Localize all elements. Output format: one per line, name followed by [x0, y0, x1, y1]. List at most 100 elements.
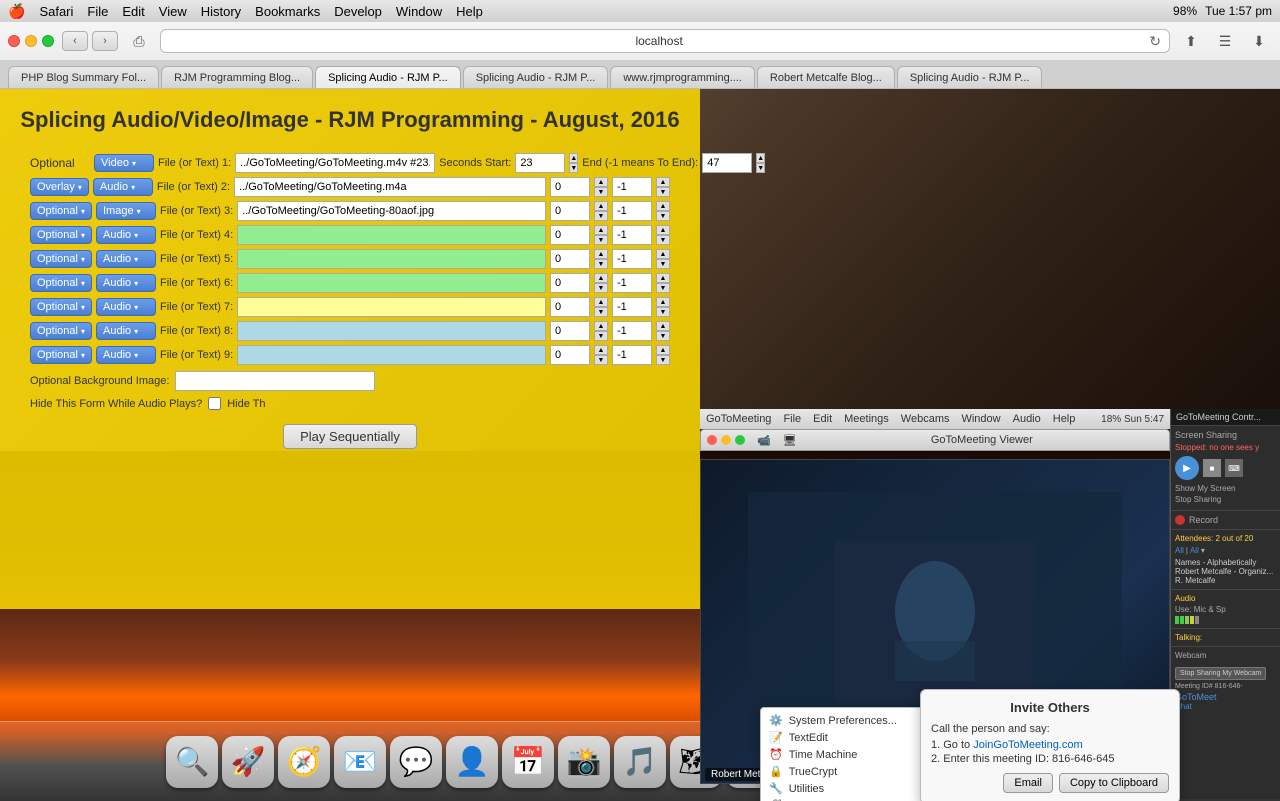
row3-num1[interactable] [550, 201, 590, 221]
row3-file-input[interactable] [237, 201, 546, 221]
fullscreen-button[interactable] [42, 35, 54, 47]
row4-optional-btn[interactable]: Optional ▾ [30, 226, 92, 244]
row4-file-input[interactable] [237, 225, 546, 245]
viewer-minimize-btn[interactable] [721, 435, 731, 445]
row5-stepper2[interactable]: ▲ ▼ [656, 249, 670, 269]
sys-prefs-item-6[interactable]: 🛠 Xcode [761, 797, 939, 801]
seconds-up-icon[interactable]: ▲ [569, 153, 578, 163]
menu-file[interactable]: File [87, 4, 108, 19]
row9-optional-btn[interactable]: Optional ▾ [30, 346, 92, 364]
row9-file-input[interactable] [237, 345, 546, 365]
play-button[interactable]: ▶ [1175, 456, 1199, 480]
address-bar[interactable]: localhost ↻ [160, 29, 1170, 53]
dock-photos[interactable]: 📸 [558, 736, 610, 788]
dock-safari[interactable]: 🧭 [278, 736, 330, 788]
row2-num2[interactable] [612, 177, 652, 197]
row8-stepper1[interactable]: ▲ ▼ [594, 321, 608, 341]
row8-optional-btn[interactable]: Optional ▾ [30, 322, 92, 340]
row7-num2[interactable] [612, 297, 652, 317]
row7-optional-btn[interactable]: Optional ▾ [30, 298, 92, 316]
row9-type-select[interactable]: Audio ▾ [96, 346, 156, 364]
tab-3[interactable]: Splicing Audio - RJM P... [463, 66, 609, 88]
row5-type-select[interactable]: Audio ▾ [96, 250, 156, 268]
end-up-icon[interactable]: ▲ [756, 153, 765, 163]
sys-prefs-item-2[interactable]: 📝 TextEdit [761, 729, 939, 746]
hide-checkbox[interactable] [208, 397, 221, 410]
row4-stepper2[interactable]: ▲ ▼ [656, 225, 670, 245]
dock-finder[interactable]: 🔍 [166, 736, 218, 788]
sys-prefs-item-1[interactable]: ⚙️ System Preferences... [761, 712, 939, 729]
share-icon[interactable]: ⬆ [1178, 31, 1204, 51]
forward-button[interactable]: › [92, 31, 118, 51]
dock-launchpad[interactable]: 🚀 [222, 736, 274, 788]
row2-type-select[interactable]: Audio ▾ [93, 178, 153, 196]
share-button[interactable]: ⎙ [126, 31, 152, 51]
dock-calendar[interactable]: 📅 [502, 736, 554, 788]
seconds-stepper[interactable]: ▲ ▼ [569, 153, 578, 173]
tab-5[interactable]: Robert Metcalfe Blog... [757, 66, 895, 88]
email-button[interactable]: Email [1003, 773, 1053, 793]
row8-stepper2[interactable]: ▲ ▼ [656, 321, 670, 341]
viewer-close-btn[interactable] [707, 435, 717, 445]
sys-prefs-item-5[interactable]: 🔧 Utilities [761, 780, 939, 797]
end-down-icon[interactable]: ▼ [756, 163, 765, 173]
menu-help[interactable]: Help [456, 4, 483, 19]
row9-stepper2[interactable]: ▲ ▼ [656, 345, 670, 365]
menu-bookmarks[interactable]: Bookmarks [255, 4, 320, 19]
end-stepper[interactable]: ▲ ▼ [756, 153, 765, 173]
row7-file-input[interactable] [237, 297, 546, 317]
reload-button[interactable]: ↻ [1149, 33, 1161, 50]
row2-stepper1[interactable]: ▲ ▼ [594, 177, 608, 197]
reader-icon[interactable]: ☰ [1212, 31, 1238, 51]
row5-num2[interactable] [612, 249, 652, 269]
dock-messages[interactable]: 💬 [390, 736, 442, 788]
dock-contacts[interactable]: 👤 [446, 736, 498, 788]
sys-prefs-item-4[interactable]: 🔒 TrueCrypt [761, 763, 939, 780]
row6-file-input[interactable] [237, 273, 546, 293]
bg-image-input[interactable] [175, 371, 375, 391]
row9-num1[interactable] [550, 345, 590, 365]
row2-num1[interactable] [550, 177, 590, 197]
tab-4[interactable]: www.rjmprogramming.... [610, 66, 755, 88]
menu-view[interactable]: View [159, 4, 187, 19]
tab-2[interactable]: Splicing Audio - RJM P... [315, 66, 461, 88]
row6-optional-btn[interactable]: Optional ▾ [30, 274, 92, 292]
gtm-menu-file[interactable]: File [783, 413, 801, 425]
row4-num1[interactable] [550, 225, 590, 245]
stop-webcam-btn[interactable]: Stop Sharing My Webcam [1175, 667, 1266, 680]
gtm-menu-window[interactable]: Window [961, 413, 1000, 425]
row8-num2[interactable] [612, 321, 652, 341]
tab-0[interactable]: PHP Blog Summary Fol... [8, 66, 159, 88]
row7-num1[interactable] [550, 297, 590, 317]
menu-safari[interactable]: Safari [39, 4, 73, 19]
gtm-menu-meetings[interactable]: Meetings [844, 413, 889, 425]
gtm-menu-help[interactable]: Help [1053, 413, 1076, 425]
menu-develop[interactable]: Develop [334, 4, 382, 19]
row2-stepper2[interactable]: ▲ ▼ [656, 177, 670, 197]
row7-stepper2[interactable]: ▲ ▼ [656, 297, 670, 317]
row2-file-input[interactable] [234, 177, 546, 197]
row5-file-input[interactable] [237, 249, 546, 269]
stop-button[interactable]: ■ [1203, 459, 1221, 477]
row3-stepper1[interactable]: ▲ ▼ [594, 201, 608, 221]
menu-window[interactable]: Window [396, 4, 442, 19]
row3-stepper2[interactable]: ▲ ▼ [656, 201, 670, 221]
menu-edit[interactable]: Edit [122, 4, 144, 19]
row1-file-input[interactable] [235, 153, 435, 173]
filter-all-btn[interactable]: All [1175, 546, 1184, 555]
row6-type-select[interactable]: Audio ▾ [96, 274, 156, 292]
row3-type-select[interactable]: Image ▾ [96, 202, 156, 220]
menu-history[interactable]: History [201, 4, 241, 19]
filter-arrow[interactable]: ▾ [1201, 546, 1205, 555]
gtm-menu-app[interactable]: GoToMeeting [706, 413, 771, 425]
row1-type-select[interactable]: Video ▾ [94, 154, 154, 172]
seconds-down-icon[interactable]: ▼ [569, 163, 578, 173]
tab-6[interactable]: Splicing Audio - RJM P... [897, 66, 1043, 88]
webcams-icon[interactable]: 📹 [757, 434, 771, 447]
dock-mail[interactable]: 📧 [334, 736, 386, 788]
row3-optional-btn[interactable]: Optional ▾ [30, 202, 92, 220]
viewer-fullscreen-btn[interactable] [735, 435, 745, 445]
row8-type-select[interactable]: Audio ▾ [96, 322, 156, 340]
play-sequentially-button[interactable]: Play Sequentially [283, 424, 417, 449]
row9-num2[interactable] [612, 345, 652, 365]
